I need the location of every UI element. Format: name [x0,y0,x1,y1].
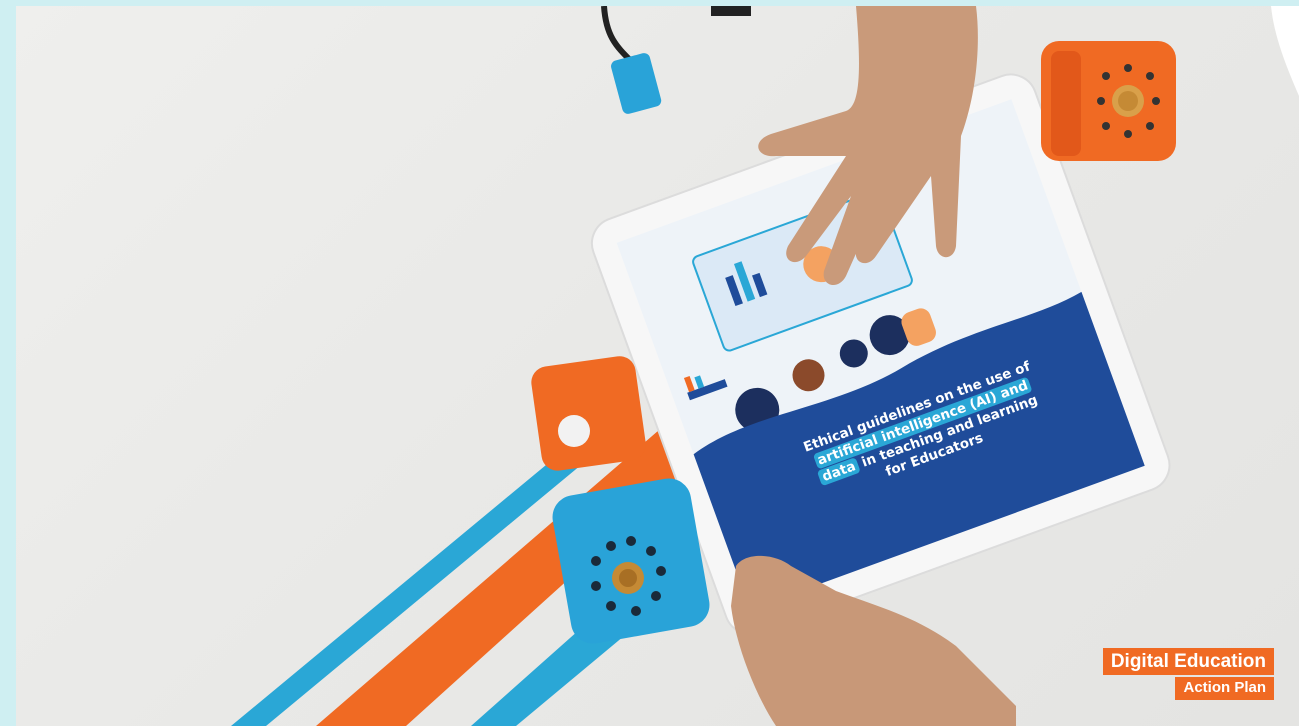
hand-top [758,6,978,286]
orange-cube-top [1041,41,1176,161]
badge-line2: Action Plan [1175,677,1274,700]
orange-cube-small [531,356,646,471]
cable-connector [601,6,751,114]
digital-education-badge: Digital Education Action Plan [1102,648,1274,700]
badge-line1: Digital Education [1102,648,1274,675]
left-frame-strip [0,0,16,726]
hero-photo: Ethical guidelines on the use of artific… [16,6,1299,726]
photo-illustration [231,6,1299,726]
blue-cube [552,478,710,644]
